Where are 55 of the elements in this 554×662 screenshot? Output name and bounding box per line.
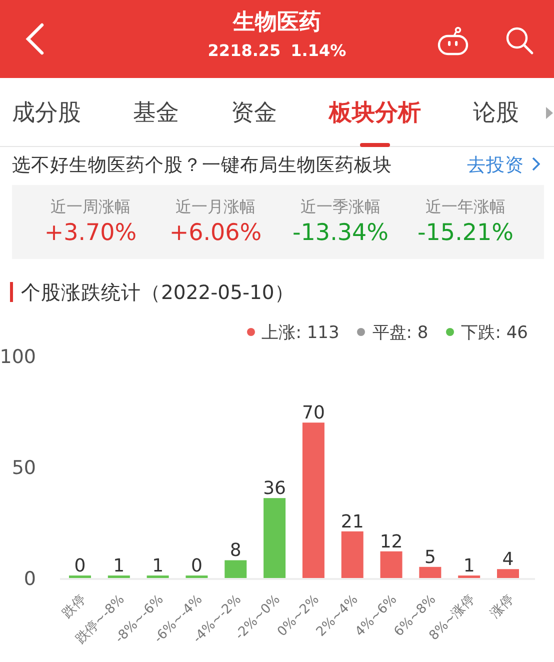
bar: [69, 576, 91, 578]
x-axis-label: 跌停: [60, 592, 89, 622]
index-price: 2218.25: [208, 40, 281, 62]
legend-label: 平盘: 8: [372, 322, 428, 344]
bar-value-label: 1: [152, 556, 164, 576]
stat-label: 近一月涨幅: [176, 196, 256, 218]
bar: [419, 566, 442, 578]
bar: [458, 576, 480, 578]
back-icon[interactable]: [24, 22, 46, 56]
stat-label: 近一周涨幅: [50, 196, 130, 218]
bar: [108, 576, 130, 578]
y-tick-label: 0: [24, 568, 36, 590]
index-change: 1.14%: [290, 40, 346, 62]
tab[interactable]: 资金: [231, 78, 277, 146]
bar-value-label: 0: [191, 556, 202, 576]
stat-value: -13.34%: [292, 219, 388, 248]
bar-value-label: 0: [74, 556, 86, 576]
bar-value-label: 1: [113, 556, 125, 576]
section-marker: [10, 282, 13, 302]
section-title: 个股涨跌统计（2022-05-10）: [21, 280, 294, 306]
stat-value: +6.06%: [169, 219, 262, 248]
bar-value-label: 70: [302, 402, 325, 424]
legend-label: 下跌: 46: [461, 322, 528, 344]
bar: [341, 531, 364, 578]
bar-value-label: 4: [502, 549, 514, 570]
stat-value: -15.21%: [418, 219, 514, 248]
bar-value-label: 8: [230, 540, 242, 562]
invest-link[interactable]: 去投资: [467, 152, 540, 176]
bar: [186, 576, 208, 578]
bar-value-label: 12: [380, 531, 403, 552]
tab[interactable]: 板块分析: [329, 78, 421, 146]
robot-icon[interactable]: [436, 26, 470, 56]
legend-label: 上涨: 113: [262, 322, 340, 344]
search-icon[interactable]: [505, 26, 535, 56]
bar: [146, 576, 169, 578]
bar: [224, 560, 247, 578]
scroll-right-icon[interactable]: [544, 106, 554, 120]
tab[interactable]: 论股: [473, 78, 519, 146]
bar-value-label: 5: [424, 546, 436, 568]
bar-value-label: 36: [263, 478, 286, 500]
bar: [380, 551, 402, 578]
stat-label: 近一季涨幅: [300, 196, 380, 218]
stat-label: 近一年涨幅: [426, 196, 506, 218]
tab[interactable]: 成分股: [12, 78, 81, 146]
x-axis-label: 涨停: [488, 592, 517, 622]
page-title: 生物医药: [233, 9, 321, 37]
bar-value-label: 1: [463, 556, 475, 576]
stat-value: +3.70%: [44, 219, 137, 248]
tab[interactable]: 基金: [133, 78, 179, 146]
y-tick-label: 100: [0, 346, 36, 368]
promo-text: 选不好生物医药个股？一键布局生物医药板块: [12, 154, 393, 176]
y-tick-label: 50: [12, 457, 36, 479]
bar-value-label: 21: [340, 511, 364, 532]
chevron-icon: [532, 157, 540, 171]
bar: [497, 569, 519, 578]
